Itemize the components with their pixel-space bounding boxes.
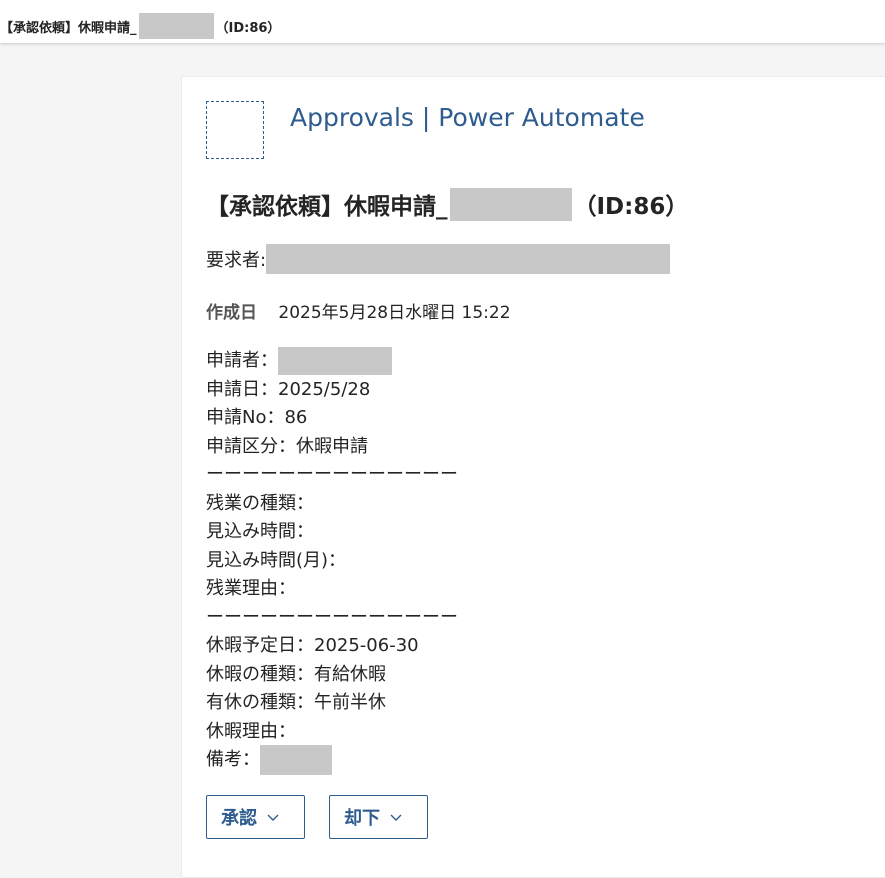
detail-paid-leave-type: 有休の種類：午前半休	[206, 692, 386, 713]
created-row: 作成日 2025年5月28日水曜日 15:22	[206, 298, 511, 323]
detail-expected-hours-month: 見込み時間(月)：	[206, 549, 347, 571]
detail-leave-date: 休暇予定日：2025-06-30	[206, 635, 419, 656]
detail-applicant: 申請者：	[206, 347, 458, 376]
requester-label: 要求者:	[206, 250, 267, 271]
detail-leave-type: 休暇の種類：有給休暇	[206, 663, 386, 685]
redacted-requester	[266, 244, 671, 274]
redacted-remarks	[260, 745, 332, 776]
subject-prefix: 【承認依頼】休暇申請_	[0, 20, 137, 36]
title-prefix: 【承認依頼】休暇申請_	[206, 194, 448, 220]
approve-label: 承認	[221, 808, 257, 829]
detail-overtime-type: 残業の種類：	[206, 492, 314, 514]
email-subject: 【承認依頼】休暇申請_ （ID:86）	[0, 13, 280, 39]
chevron-down-icon	[390, 814, 402, 821]
reject-button[interactable]: 却下	[329, 795, 428, 839]
subject-suffix: （ID:86）	[215, 20, 281, 36]
created-value: 2025年5月28日水曜日 15:22	[278, 303, 511, 323]
reject-label: 却下	[344, 808, 380, 829]
detail-expected-hours: 見込み時間：	[206, 521, 314, 542]
approval-title: 【承認依頼】休暇申請_ （ID:86）	[206, 187, 688, 221]
request-details: 申請者： 申請日：2025/5/28 申請No：86 申請区分：休暇申請 ーーー…	[206, 347, 458, 776]
chevron-down-icon	[267, 814, 279, 821]
redacted-applicant	[278, 347, 392, 376]
detail-apply-date: 申請日：2025/5/28	[206, 378, 371, 400]
requester-row: 要求者:	[206, 244, 671, 274]
app-name: Approvals | Power Automate	[290, 103, 645, 132]
detail-overtime-reason: 残業理由：	[206, 578, 296, 599]
email-subject-bar: 【承認依頼】休暇申請_ （ID:86）	[0, 0, 885, 43]
detail-apply-no: 申請No：86	[206, 407, 308, 428]
approve-button[interactable]: 承認	[206, 795, 305, 839]
detail-remarks: 備考：	[206, 745, 458, 776]
created-label: 作成日	[206, 303, 257, 323]
redacted-name	[449, 187, 572, 221]
detail-divider: ーーーーーーーーーーーーーー	[206, 606, 458, 628]
title-suffix: （ID:86）	[573, 194, 689, 220]
detail-apply-category: 申請区分：休暇申請	[206, 435, 368, 457]
detail-leave-reason: 休暇理由：	[206, 720, 296, 742]
app-logo-placeholder	[206, 101, 264, 159]
remarks-label: 備考：	[206, 749, 260, 770]
detail-divider: ーーーーーーーーーーーーーー	[206, 464, 458, 485]
redacted-name	[138, 13, 214, 39]
applicant-label: 申請者：	[206, 350, 278, 371]
